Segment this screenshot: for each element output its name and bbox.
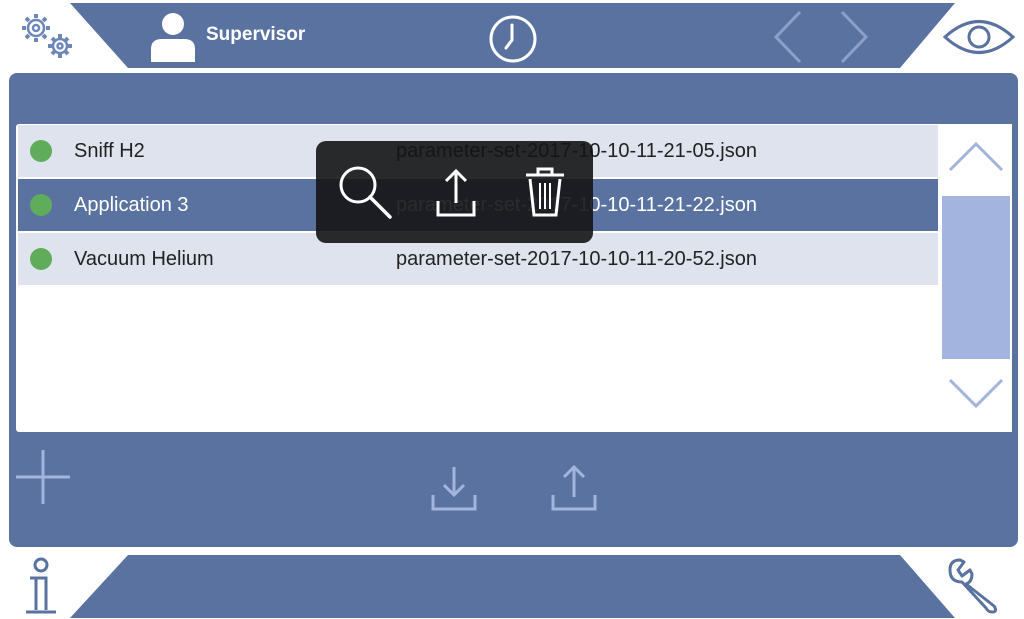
eye-icon[interactable] <box>940 12 1018 62</box>
settings-gears-icon[interactable] <box>14 8 84 66</box>
scroll-down-icon[interactable] <box>946 376 1006 412</box>
trash-icon[interactable] <box>522 165 568 219</box>
bottom-bar <box>0 550 1024 619</box>
status-ok-icon <box>30 194 52 216</box>
info-icon[interactable] <box>20 556 62 616</box>
scrollbar-thumb[interactable] <box>942 196 1010 359</box>
wrench-icon[interactable] <box>944 556 1004 616</box>
status-ok-icon <box>30 140 52 162</box>
top-bar: Supervisor <box>0 0 1024 70</box>
row-action-popup <box>316 141 593 243</box>
parameter-set-name: Application 3 <box>74 194 189 216</box>
import-icon[interactable] <box>430 463 478 513</box>
nav-back-icon[interactable] <box>770 10 806 64</box>
upload-icon[interactable] <box>434 165 478 219</box>
user-role-label[interactable]: Supervisor <box>206 24 305 46</box>
user-icon[interactable] <box>148 9 198 64</box>
parameter-set-file: parameter-set-2017-10-10-11-20-52.json <box>396 248 757 270</box>
search-icon[interactable] <box>336 163 394 221</box>
parameter-set-name: Vacuum Helium <box>74 248 214 270</box>
scroll-up-icon[interactable] <box>946 138 1006 174</box>
parameter-set-name: Sniff H2 <box>74 140 145 162</box>
status-ok-icon <box>30 248 52 270</box>
add-icon[interactable] <box>14 448 72 506</box>
export-icon[interactable] <box>550 461 598 513</box>
clock-icon[interactable] <box>487 13 539 65</box>
nav-forward-icon[interactable] <box>836 10 872 64</box>
